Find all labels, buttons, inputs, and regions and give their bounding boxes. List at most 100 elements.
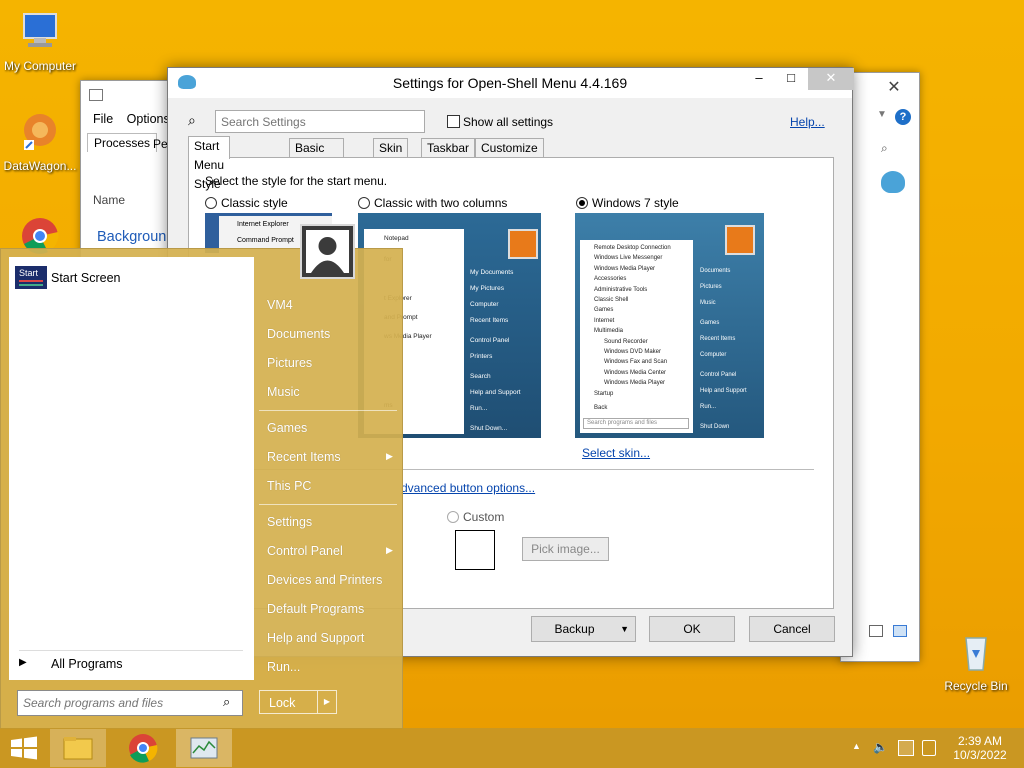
preview-item: Accessories: [594, 276, 627, 283]
tab-start-menu-style[interactable]: Start Menu Style: [188, 136, 231, 191]
radio-two-column[interactable]: [358, 197, 370, 209]
tiles-view-icon[interactable]: [893, 625, 907, 637]
cancel-button[interactable]: Cancel: [749, 616, 835, 642]
radio-windows7[interactable]: [576, 197, 588, 209]
preview-item: Pictures: [700, 284, 722, 290]
start-menu[interactable]: Start Start Screen ▶ All Programs ⌕ VM4 …: [0, 224, 403, 729]
backup-button[interactable]: Backup ▼: [531, 616, 636, 642]
advanced-button-options-link[interactable]: dvanced button options...: [401, 481, 535, 495]
column-name[interactable]: Name: [93, 193, 125, 207]
start-item-recent-items[interactable]: Recent Items: [267, 450, 341, 464]
windows7-option[interactable]: Windows 7 style: [576, 196, 679, 210]
close-icon[interactable]: ✕: [871, 77, 917, 99]
preview-windows7[interactable]: Remote Desktop Connection Windows Live M…: [575, 213, 764, 438]
show-all-checkbox[interactable]: [447, 115, 460, 128]
desktop-icon-datawagon[interactable]: DataWagon...: [0, 110, 80, 173]
minimize-button[interactable]: –: [744, 68, 774, 90]
tab-skin[interactable]: Skin: [373, 138, 409, 158]
start-item-devices-and-printers[interactable]: Devices and Printers: [267, 573, 382, 587]
maximize-button[interactable]: □: [776, 68, 806, 90]
taskbar-task-manager[interactable]: [176, 729, 232, 767]
start-item-vm4[interactable]: VM4: [267, 298, 293, 312]
preview-item: Documents: [700, 268, 731, 274]
start-separator: [259, 504, 397, 505]
start-screen-item[interactable]: Start Start Screen: [14, 265, 244, 291]
preview-item: Remote Desktop Connection: [594, 245, 671, 251]
backup-label: Backup: [554, 622, 595, 636]
user-icon: [306, 230, 349, 273]
start-item-default-programs[interactable]: Default Programs: [267, 602, 364, 616]
taskbar-file-explorer[interactable]: [50, 729, 106, 767]
lock-button[interactable]: Lock ▶: [259, 690, 337, 714]
select-skin-link[interactable]: Select skin...: [582, 446, 650, 460]
ok-button[interactable]: OK: [649, 616, 735, 642]
preview-item: Computer: [700, 352, 727, 358]
radio-classic[interactable]: [205, 197, 217, 209]
radio-custom[interactable]: [447, 511, 459, 523]
start-item-music[interactable]: Music: [267, 385, 300, 399]
tab-taskbar[interactable]: Taskbar: [421, 138, 476, 158]
taskbar-chrome[interactable]: [115, 729, 171, 767]
preview-item: Back: [594, 405, 608, 412]
group-background: Backgroun: [97, 229, 167, 245]
chrome-icon: [129, 734, 158, 763]
windows-logo-icon: [11, 736, 37, 760]
preview-item: Recent Items: [470, 317, 509, 324]
network-icon[interactable]: [898, 740, 914, 756]
help-link[interactable]: Help...: [790, 115, 825, 129]
preview-item: Classic Shell: [594, 297, 629, 304]
start-screen-label: Start Screen: [51, 271, 121, 285]
tab-processes[interactable]: Processes: [87, 133, 158, 152]
menu-file[interactable]: File: [93, 112, 113, 126]
clock[interactable]: 2:39 AM 10/3/2022: [946, 734, 1014, 762]
task-manager-icon: [190, 737, 218, 759]
preview-item: Recent Items: [700, 336, 736, 342]
start-item-settings[interactable]: Settings: [267, 515, 312, 529]
all-programs-item[interactable]: ▶ All Programs: [19, 655, 244, 675]
help-icon[interactable]: ?: [895, 109, 911, 125]
dropdown-arrow-icon: ▼: [620, 624, 629, 634]
tab-customize-start-menu[interactable]: Customize Start Menu: [475, 138, 544, 193]
start-search-input[interactable]: [17, 690, 243, 716]
search-icon[interactable]: ⌕: [881, 141, 888, 156]
tab-performance[interactable]: Pe: [153, 137, 168, 151]
settings-titlebar[interactable]: Settings for Open-Shell Menu 4.4.169 – □…: [168, 68, 854, 98]
menu-options[interactable]: Options: [127, 112, 170, 126]
show-hidden-icons-button[interactable]: ▲: [852, 741, 861, 751]
preview-item: Windows Media Player: [604, 380, 666, 387]
custom-option[interactable]: Custom: [447, 510, 504, 524]
preview-item: Help and Support: [700, 388, 747, 394]
preview-item: Windows Media Player: [594, 265, 656, 272]
start-item-pictures[interactable]: Pictures: [267, 356, 312, 370]
start-item-this-pc[interactable]: This PC: [267, 479, 311, 493]
pick-image-button[interactable]: Pick image...: [522, 537, 609, 561]
search-settings-input[interactable]: [215, 110, 425, 133]
preview-item: Shut Down: [700, 424, 730, 430]
desktop-icon-my-computer[interactable]: My Computer: [0, 10, 80, 73]
desktop-icon-recycle-bin[interactable]: Recycle Bin: [936, 630, 1016, 693]
start-item-control-panel[interactable]: Control Panel: [267, 544, 343, 558]
folder-icon: [63, 737, 93, 760]
volume-muted-icon[interactable]: 🔈: [873, 740, 889, 756]
computer-icon: [23, 13, 57, 47]
task-manager-icon: [89, 89, 103, 101]
preview-item: Startup: [594, 390, 614, 397]
classic-style-option[interactable]: Classic style: [205, 196, 288, 210]
start-button[interactable]: [0, 729, 48, 767]
preview-item: Help and Support: [470, 389, 521, 396]
start-item-help-and-support[interactable]: Help and Support: [267, 631, 364, 645]
action-center-icon[interactable]: [922, 740, 936, 756]
preview-search: Search programs and files: [583, 418, 689, 429]
search-icon[interactable]: ⌕: [223, 694, 230, 710]
chevron-down-icon[interactable]: ▼: [877, 109, 887, 120]
close-button[interactable]: ✕: [808, 68, 854, 90]
start-item-run[interactable]: Run...: [267, 660, 300, 674]
user-avatar[interactable]: [300, 224, 355, 279]
date-label: 10/3/2022: [953, 748, 1007, 762]
start-item-games[interactable]: Games: [267, 421, 307, 435]
start-item-documents[interactable]: Documents: [267, 327, 330, 341]
tab-basic-settings[interactable]: Basic Settings: [289, 138, 345, 174]
two-column-option[interactable]: Classic with two columns: [358, 196, 507, 210]
chevron-right-icon[interactable]: ▶: [317, 691, 336, 713]
details-view-icon[interactable]: [869, 625, 883, 637]
